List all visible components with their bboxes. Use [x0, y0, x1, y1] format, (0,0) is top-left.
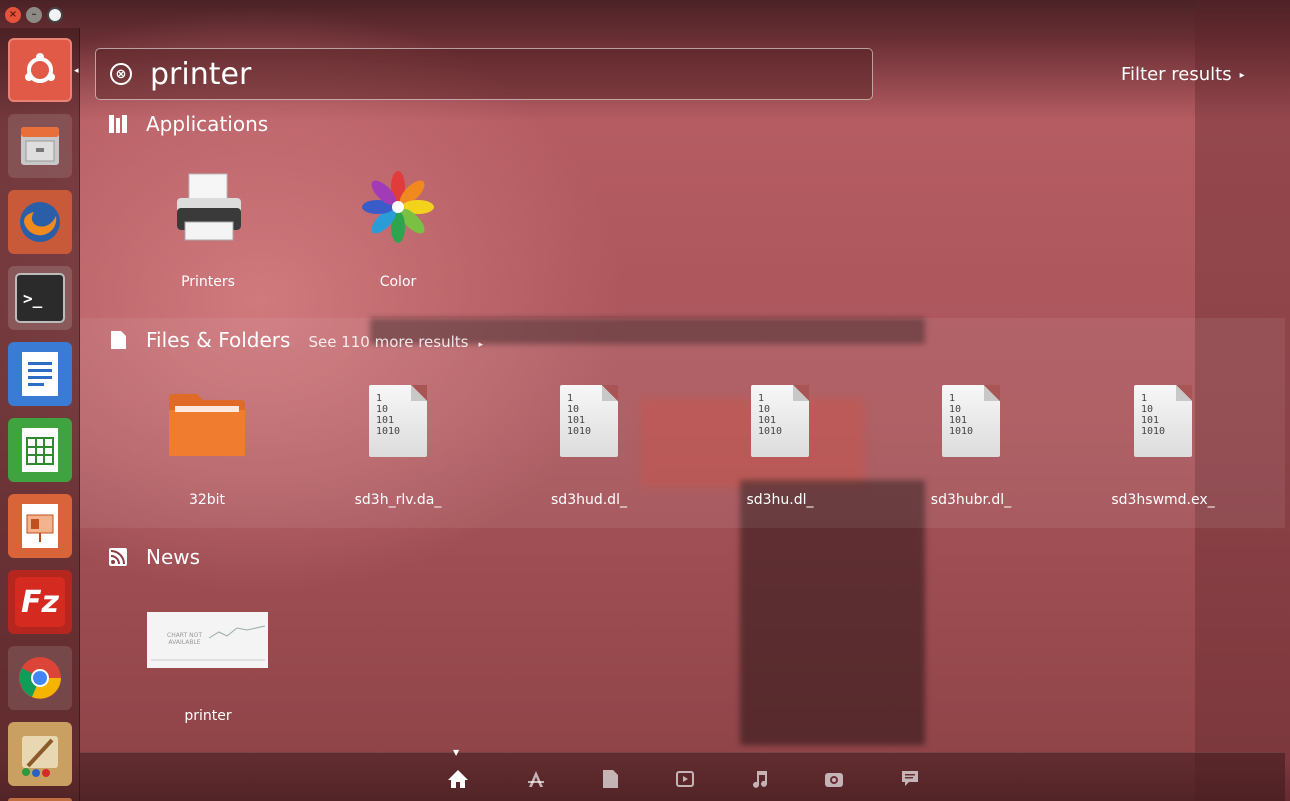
- active-lens-indicator-icon: ▼: [453, 748, 460, 757]
- binary-file-icon: 1 10 101 1010: [1134, 385, 1192, 457]
- music-lens-icon[interactable]: [749, 768, 771, 790]
- file-label: sd3hubr.dl_: [930, 492, 1012, 508]
- launcher-writer-button[interactable]: [8, 342, 72, 406]
- close-button[interactable]: ×: [5, 7, 21, 23]
- applications-category-icon: [109, 115, 127, 133]
- files-icon: [21, 127, 59, 165]
- file-tile-32bit[interactable]: 32bit: [122, 380, 292, 520]
- chrome-icon: [19, 657, 61, 699]
- launcher-dash-button[interactable]: [8, 38, 72, 102]
- photo-lens-icon[interactable]: [823, 768, 845, 790]
- category-header-applications: Applications: [109, 112, 268, 136]
- app-label: Color: [379, 274, 417, 290]
- file-tile-sd3hswmd[interactable]: 1 10 101 1010 sd3hswmd.ex_: [1078, 380, 1248, 520]
- filter-results-button[interactable]: Filter results ▸: [1121, 64, 1245, 85]
- binary-file-icon: 1 10 101 1010: [560, 385, 618, 457]
- see-more-label: See 110 more results: [308, 333, 469, 351]
- chart-unavailable-text: CHART NOT AVAILABLE: [167, 632, 202, 646]
- color-icon: [362, 171, 434, 243]
- folder-icon: [169, 394, 245, 456]
- file-label: sd3hu.dl_: [746, 492, 814, 508]
- search-box[interactable]: ⊗: [95, 48, 873, 100]
- expand-arrow-icon: ▸: [478, 340, 483, 350]
- libreoffice-impress-icon: [22, 504, 58, 548]
- terminal-icon: >_: [15, 273, 65, 323]
- app-label: Printers: [181, 274, 235, 290]
- news-thumbnail: CHART NOT AVAILABLE: [147, 612, 268, 668]
- binary-file-icon: 1 10 101 1010: [751, 385, 809, 457]
- launcher-terminal-button[interactable]: >_: [8, 266, 72, 330]
- file-label: 32bit: [188, 492, 226, 508]
- category-header-news: News: [109, 545, 200, 569]
- launcher-firefox-button[interactable]: [8, 190, 72, 254]
- launcher-calc-button[interactable]: [8, 418, 72, 482]
- app-tile-color[interactable]: Color: [313, 170, 483, 300]
- file-label: sd3hud.dl_: [551, 492, 627, 508]
- see-more-results-link[interactable]: See 110 more results ▸: [308, 333, 483, 351]
- file-tile-sd3hubr[interactable]: 1 10 101 1010 sd3hubr.dl_: [886, 380, 1056, 520]
- launcher-impress-button[interactable]: [8, 494, 72, 558]
- category-title: Applications: [146, 112, 269, 136]
- firefox-icon: [20, 202, 60, 242]
- category-header-files: Files & Folders See 110 more results ▸: [109, 328, 483, 352]
- file-tile-sd3h-rlv[interactable]: 1 10 101 1010 sd3h_rlv.da_: [313, 380, 483, 520]
- file-label: sd3hswmd.ex_: [1111, 492, 1215, 508]
- app-tile-printers[interactable]: Printers: [123, 170, 293, 300]
- binary-file-icon: 1 10 101 1010: [942, 385, 1000, 457]
- file-tile-sd3hu[interactable]: 1 10 101 1010 sd3hu.dl_: [695, 380, 865, 520]
- news-label: printer: [184, 708, 232, 724]
- active-indicator-icon: ◂: [74, 66, 79, 76]
- launcher-filezilla-button[interactable]: Fz: [8, 570, 72, 634]
- filezilla-icon: Fz: [15, 577, 65, 627]
- home-lens-icon[interactable]: [447, 768, 469, 790]
- category-title: Files & Folders: [146, 328, 291, 352]
- expand-arrow-icon: ▸: [1239, 69, 1245, 81]
- applications-lens-icon[interactable]: [525, 768, 547, 790]
- ubuntu-dash-icon: [25, 53, 55, 83]
- libreoffice-writer-icon: [22, 352, 58, 396]
- chart-thumbnail-icon: [151, 625, 266, 661]
- file-label: sd3h_rlv.da_: [354, 492, 442, 508]
- launcher-files-button[interactable]: [8, 114, 72, 178]
- rss-icon: [109, 548, 127, 566]
- binary-file-icon: 1 10 101 1010: [369, 385, 427, 457]
- launcher-paint-button[interactable]: [8, 722, 72, 786]
- filter-results-label: Filter results: [1121, 64, 1232, 85]
- files-lens-icon[interactable]: [599, 768, 621, 790]
- minimize-button[interactable]: –: [26, 7, 42, 23]
- file-category-icon: [111, 331, 126, 349]
- file-tile-sd3hud[interactable]: 1 10 101 1010 sd3hud.dl_: [504, 380, 674, 520]
- clear-search-icon[interactable]: ⊗: [110, 63, 132, 85]
- libreoffice-calc-icon: [22, 428, 58, 472]
- video-lens-icon[interactable]: [674, 768, 696, 790]
- maximize-button[interactable]: [47, 7, 63, 23]
- paint-icon: [22, 736, 58, 777]
- launcher: ◂ >_ Fz: [0, 28, 80, 801]
- launcher-chrome-button[interactable]: [8, 646, 72, 710]
- news-tile-printer[interactable]: CHART NOT AVAILABLE printer: [123, 610, 293, 735]
- printer-icon: [177, 173, 241, 241]
- search-input[interactable]: [150, 56, 830, 92]
- social-lens-icon[interactable]: [899, 768, 921, 790]
- category-title: News: [146, 545, 201, 569]
